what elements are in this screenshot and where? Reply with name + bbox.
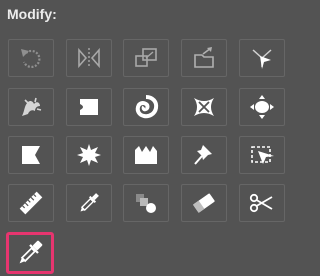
twirl-tool-button[interactable] [123,88,169,126]
blend-icon [136,194,156,213]
eyedropper-tool-button[interactable] [66,184,112,222]
export-folder-icon [194,47,214,68]
branch-node-tool-button[interactable] [239,39,285,77]
scissors-tool-button[interactable] [239,184,285,222]
export-folder-tool-button[interactable] [181,39,227,77]
eraser-tool-button[interactable] [181,184,227,222]
thorn-warp-icon [22,97,42,116]
eyedropper-icon [80,193,99,212]
envelope-distort-icon [251,146,274,164]
bloat-tool-button[interactable] [239,88,285,126]
color-picker-tool-button[interactable] [6,232,54,274]
bloat-icon [250,95,274,119]
flag-pinch-tool-button[interactable] [8,136,54,174]
envelope-distort-tool-button[interactable] [239,136,285,174]
pinch-tool-button[interactable] [181,88,227,126]
undo-tool-button[interactable] [8,39,54,77]
modify-panel: Modify: [0,0,300,276]
eraser-icon [192,193,215,213]
flip-horizontal-icon [78,47,100,69]
flag-pinch-icon [22,146,40,164]
scale-icon [135,48,157,67]
pin-tool-button[interactable] [181,136,227,174]
twirl-icon [135,95,159,119]
wrinkle-tool-button[interactable] [123,136,169,174]
color-picker-icon [19,240,43,264]
tool-grid [0,0,300,276]
ruler-tool-button[interactable] [8,184,54,222]
pucker-icon [80,99,98,115]
scale-tool-button[interactable] [123,39,169,77]
ruler-icon [19,191,43,215]
blend-tool-button[interactable] [123,184,169,222]
pinch-icon [194,98,214,116]
thorn-warp-tool-button[interactable] [8,88,54,126]
undo-arrow-icon [21,49,41,69]
pin-icon [194,145,212,165]
scissors-icon [249,193,273,213]
crystallize-tool-button[interactable] [66,136,112,174]
crystallize-icon [77,144,101,166]
pucker-tool-button[interactable] [66,88,112,126]
flip-horizontal-tool-button[interactable] [66,39,112,77]
wrinkle-icon [135,146,157,164]
branch-node-icon [252,49,272,69]
